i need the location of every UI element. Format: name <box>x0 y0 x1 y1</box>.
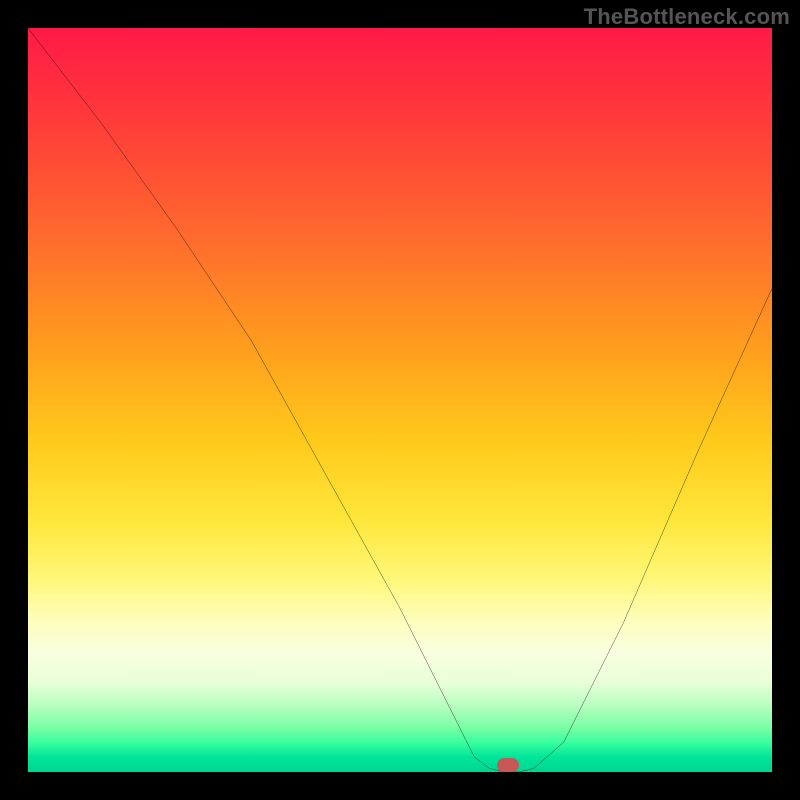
plot-area <box>28 28 772 772</box>
curve-path <box>28 28 772 772</box>
chart-frame: TheBottleneck.com <box>0 0 800 800</box>
optimum-marker <box>497 758 519 772</box>
bottleneck-curve <box>28 28 772 772</box>
watermark-text: TheBottleneck.com <box>584 4 790 30</box>
